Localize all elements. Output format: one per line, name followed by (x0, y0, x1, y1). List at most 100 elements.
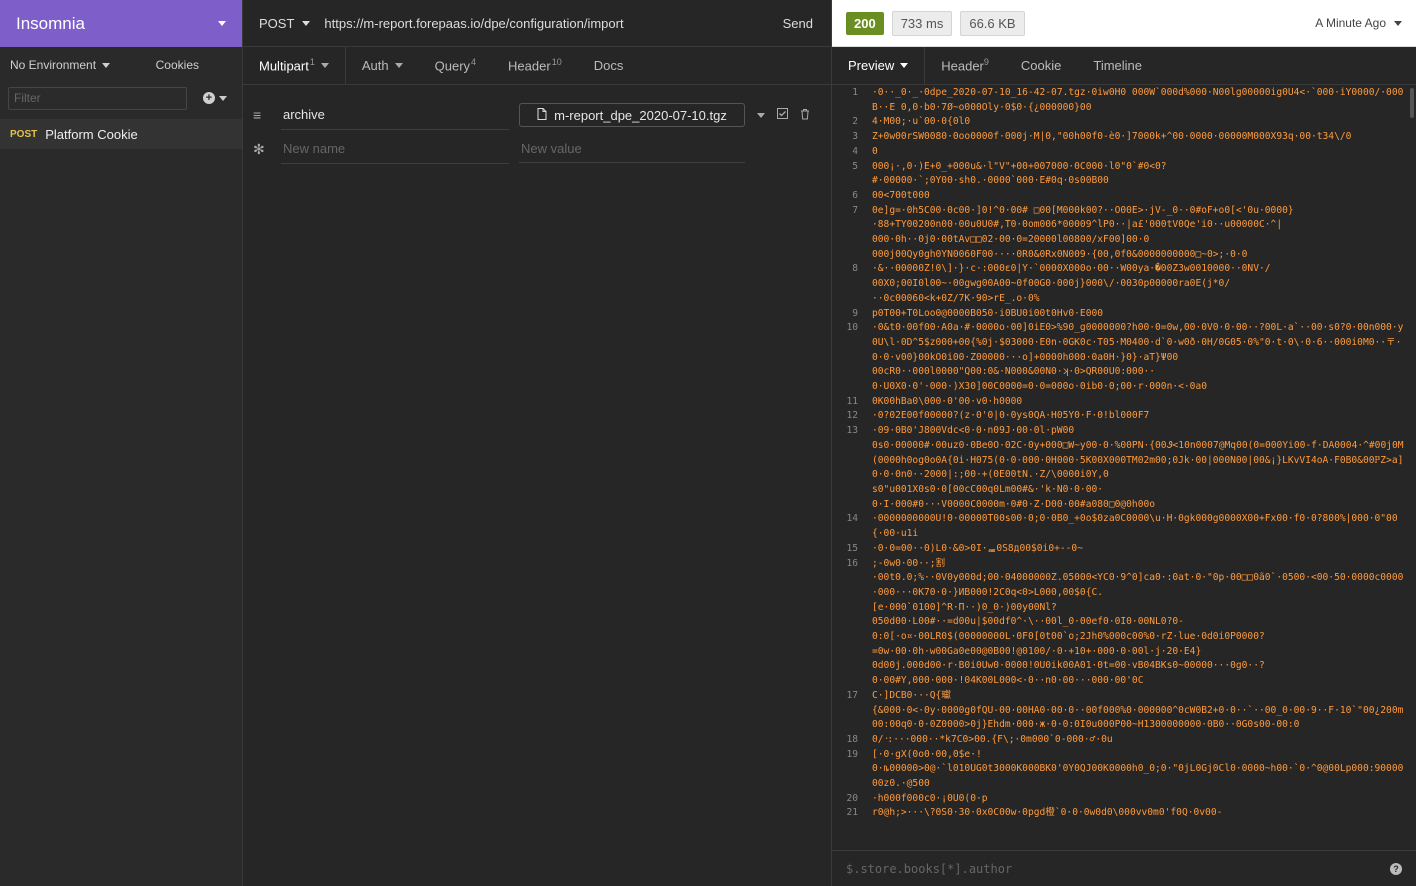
param-type-dropdown[interactable] (757, 112, 765, 118)
chevron-down-icon (219, 95, 227, 101)
line-text: 00<700t000 (872, 189, 930, 201)
chevron-down-icon (102, 62, 111, 68)
cookies-button[interactable]: Cookies (156, 58, 199, 72)
code-line: 3 Z+0w00rSW0080·0oo0000f·000j·M|0,"00h00f… (832, 130, 1416, 145)
url-input[interactable]: https://m-report.forepaas.io/dpe/configu… (324, 16, 782, 31)
new-value-field[interactable]: New value (519, 135, 745, 163)
code-line: 6 00<700t000 (832, 189, 1416, 204)
multipart-param-row: ≡ archive m-report_dpe_2020-07-10.tgz (243, 95, 831, 135)
code-line: 9 p0T00+T0Loo0@0000B050·i0BU0i00t0Hv0·E00… (832, 307, 1416, 322)
tab-label: Auth (361, 58, 389, 73)
line-number: 19 (846, 748, 858, 760)
tab-docs[interactable]: Docs (578, 47, 640, 84)
code-line: 5 000¡·,0·)E+0_+000u&·l"V"+00+007000·0C00… (832, 160, 1416, 189)
request-name: Platform Cookie (45, 126, 138, 142)
tab-count: 4 (471, 57, 477, 68)
line-text: ·0··_0·_·0dpe_2020-07-10_16-42-07.tgz·0i… (872, 87, 1404, 113)
add-request-button[interactable]: + (203, 92, 227, 104)
line-number: 5 (852, 160, 858, 172)
tab-timeline[interactable]: Timeline (1077, 47, 1158, 84)
tab-label: Multipart (259, 58, 309, 74)
chevron-down-icon (900, 63, 909, 68)
code-line: 14 ·0000000000U!0·00000T00s00·0;0·0B0_+0o… (832, 512, 1416, 541)
param-name-field[interactable]: archive (281, 100, 509, 130)
line-text: r0@h;>···\?0S0·30·0x0C00w·0pgd橙`0·0·0w0d… (872, 807, 1223, 819)
sidebar-request-item[interactable]: POST Platform Cookie (0, 119, 242, 149)
code-line: 20 ·h000f000c0·¡0U0(0·p (832, 792, 1416, 807)
file-name: m-report_dpe_2020-07-10.tgz (554, 107, 727, 123)
line-text: 0e]g=·0h5C00·0c00·]0!^0·00# □00[M000k00?… (872, 204, 1294, 260)
filter-input[interactable] (8, 86, 187, 110)
line-number: 18 (846, 733, 858, 745)
tab-label: Cookie (1020, 58, 1062, 73)
line-number: 15 (846, 542, 858, 554)
scrollbar[interactable] (1410, 88, 1414, 118)
method-dropdown[interactable]: POST (259, 16, 311, 31)
line-text: ;-0w0·00··;割 ·00t0.0;%··0V0y000d;00·0400… (872, 557, 1404, 687)
chevron-down-icon (394, 63, 403, 68)
tab-label: Docs (593, 58, 624, 73)
chevron-down-icon (218, 21, 226, 26)
line-text: 0 (872, 145, 878, 157)
tab-cookie[interactable]: Cookie (1005, 47, 1077, 84)
line-number: 17 (846, 689, 858, 701)
request-tabs: Multipart1 Auth Query4 Header10 Docs (243, 47, 831, 85)
tab-label: Header (508, 58, 551, 74)
send-button[interactable]: Send (783, 16, 813, 31)
environment-label: No Environment (10, 58, 97, 72)
toggle-checkbox-icon[interactable] (777, 108, 788, 122)
new-param-row: ✻ New name New value (243, 134, 831, 164)
size-badge: 66.6 KB (960, 10, 1025, 36)
code-line: 18 0/᠂:···000··*k7C0>00.{F\;·0m000`0-000·… (832, 733, 1416, 748)
line-text: 4·M00;·u`00·0{0l0 (872, 116, 971, 128)
line-text: C·]DCB0···Q{瓛 {&000·0<·0y·0000g0fQU-00·0… (872, 689, 1404, 731)
file-icon (537, 107, 547, 123)
environment-dropdown[interactable]: No Environment (10, 58, 156, 72)
line-text: ·0·0=00··0)L0·&0>0I·ퟚ0S8д00$0i0+--0~ (872, 542, 1083, 554)
code-line: 11 0K00hBa0\000·0'00·v0·h0000 (832, 395, 1416, 410)
line-number: 14 (846, 513, 858, 525)
tab-count: 9 (983, 57, 989, 68)
history-dropdown[interactable]: A Minute Ago (1315, 16, 1402, 30)
tab-preview[interactable]: Preview (832, 47, 926, 84)
code-line: 16 ;-0w0·00··;割 ·00t0.0;%··0V0y000d;00·04… (832, 557, 1416, 689)
new-name-field[interactable]: New name (281, 134, 509, 164)
drag-handle-icon[interactable]: ≡ (253, 107, 267, 123)
tab-query[interactable]: Query4 (419, 47, 492, 84)
trash-icon[interactable] (800, 108, 810, 123)
response-body-viewer[interactable]: 1 ·0··_0·_·0dpe_2020-07-10_16-42-07.tgz·0… (832, 86, 1416, 850)
line-number: 2 (852, 116, 858, 128)
tab-count: 1 (309, 57, 315, 68)
code-line: 17 C·]DCB0···Q{瓛 {&000·0<·0y·0000g0fQU-00… (832, 689, 1416, 733)
file-picker-button[interactable]: m-report_dpe_2020-07-10.tgz (519, 103, 745, 127)
line-number: 11 (846, 395, 858, 407)
gear-icon[interactable]: ✻ (253, 141, 267, 158)
tab-header[interactable]: Header10 (492, 47, 578, 84)
line-text: ·09·0B0'J800Vdc<0·0·n09J·00·0l·pW00 0s0·… (872, 425, 1404, 510)
code-line: 19 [·0·gX(0o0·00,0$e·! 0·ȵ00000>0@·`l010U… (832, 748, 1416, 792)
line-number: 9 (852, 307, 858, 319)
line-number: 8 (852, 263, 858, 275)
workspace-menu[interactable]: Insomnia (0, 0, 242, 47)
tab-response-header[interactable]: Header9 (925, 47, 1005, 84)
time-badge: 733 ms (891, 10, 953, 36)
line-text: [·0·gX(0o0·00,0$e·! 0·ȵ00000>0@·`l010UG0… (872, 748, 1404, 790)
help-icon[interactable]: ? (1390, 862, 1402, 875)
line-text: ·h000f000c0·¡0U0(0·p (872, 792, 988, 804)
tab-multipart[interactable]: Multipart1 (243, 47, 346, 84)
chevron-down-icon (320, 63, 329, 68)
code-line: 2 4·M00;·u`00·0{0l0 (832, 115, 1416, 130)
tab-auth[interactable]: Auth (346, 47, 419, 84)
tab-label: Query (434, 58, 471, 74)
line-text: ·0&t0·00f00·A0a·#·0000o·00]0iE0>%90_g000… (872, 322, 1404, 393)
chevron-down-icon (1394, 20, 1402, 26)
line-number: 10 (846, 322, 858, 334)
status-badge: 200 (846, 11, 884, 35)
tab-count: 10 (551, 57, 562, 68)
code-line: 40 (832, 145, 1416, 160)
line-text: ·0000000000U!0·00000T00s00·0;0·0B0_+0o$0… (872, 513, 1398, 540)
line-number: 3 (852, 131, 858, 143)
line-number: 13 (846, 425, 858, 437)
code-line: 1 ·0··_0·_·0dpe_2020-07-10_16-42-07.tgz·0… (832, 86, 1416, 115)
response-filter-input[interactable]: $.store.books[*].author (846, 862, 1390, 876)
